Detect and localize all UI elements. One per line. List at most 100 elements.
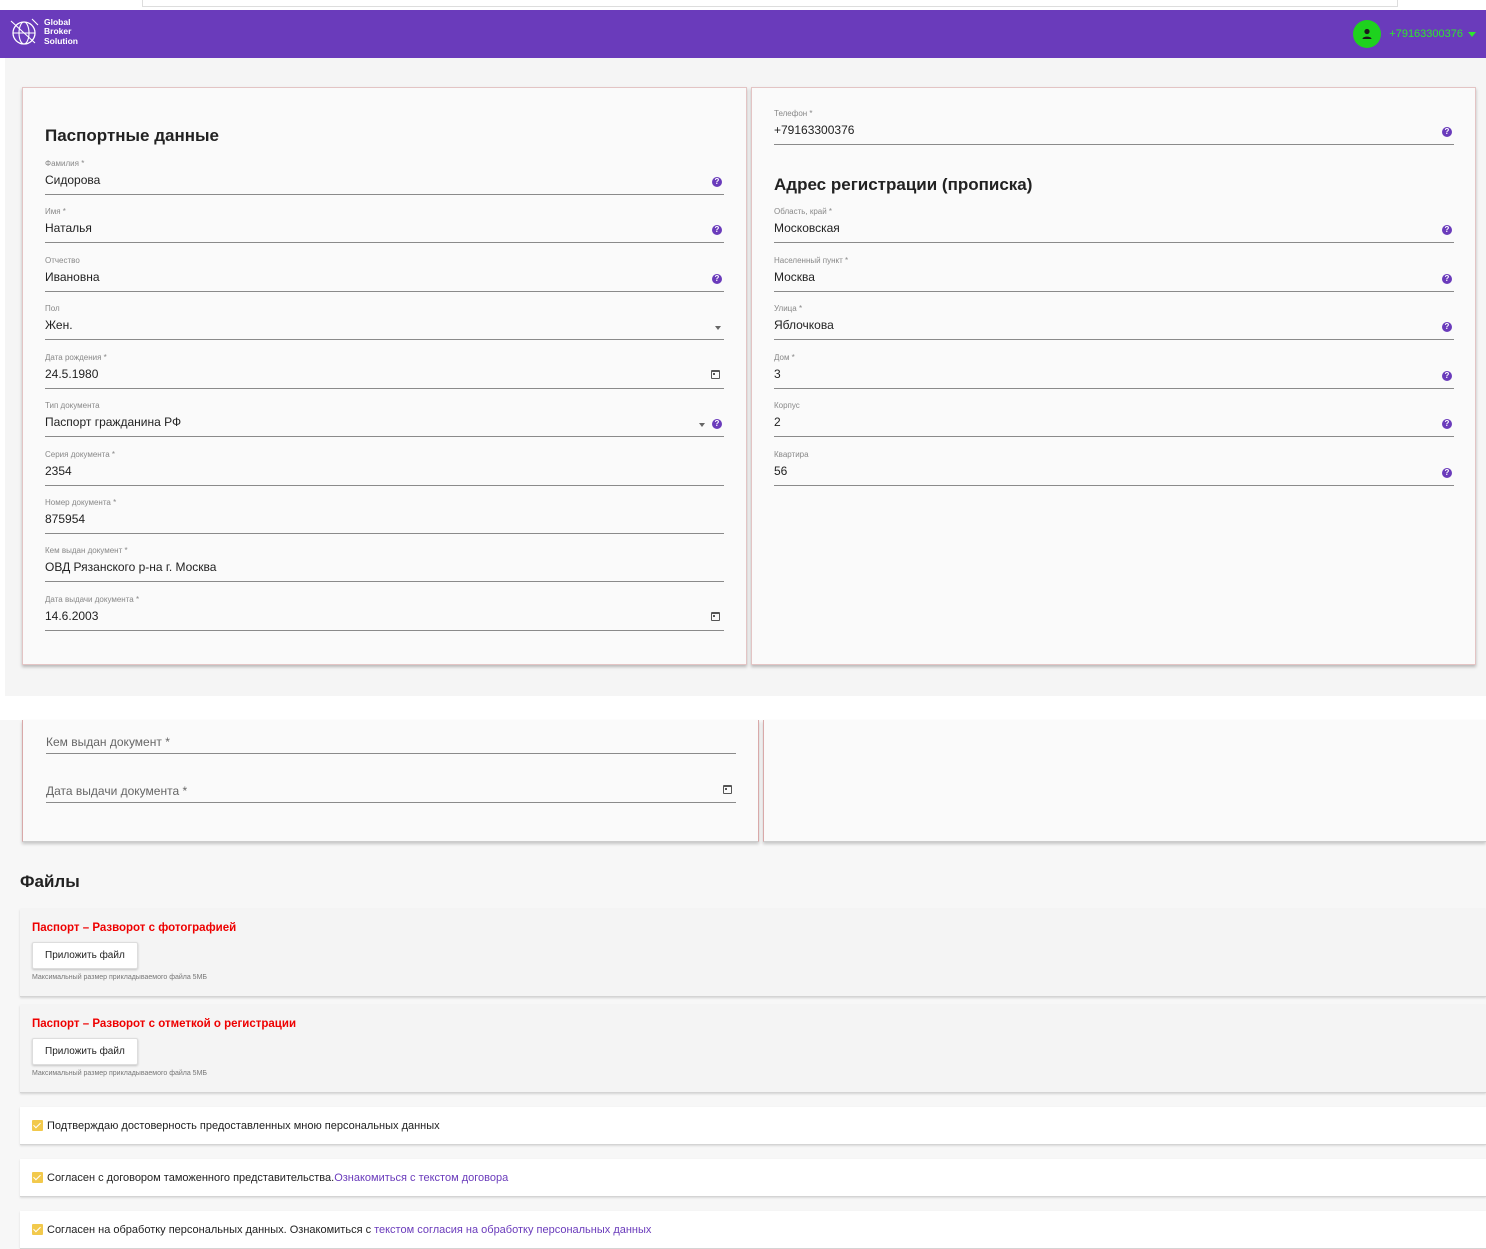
document-type-select[interactable]: Тип документа Паспорт гражданина РФ ? — [45, 401, 724, 437]
checkbox-checked[interactable] — [32, 1120, 43, 1131]
logo[interactable]: Global Broker Solution — [8, 16, 78, 48]
dropdown-arrow-icon[interactable] — [699, 423, 705, 427]
field-label: Отчество — [45, 256, 80, 265]
app-header: Global Broker Solution +79163300376 — [0, 10, 1486, 58]
chevron-down-icon[interactable] — [1468, 31, 1476, 37]
file-title: Паспорт – Разворот с отметкой о регистра… — [32, 1018, 297, 1030]
agreement-row-data-accuracy[interactable]: Подтверждаю достоверность предоставленны… — [20, 1107, 1486, 1145]
checkbox-checked[interactable] — [32, 1172, 43, 1183]
field-value[interactable]: 14.6.2003 — [45, 609, 98, 623]
issued-by-input[interactable]: Кем выдан документ * — [46, 720, 736, 754]
apartment-field[interactable]: Квартира 56 ? — [774, 450, 1454, 486]
field-value[interactable]: 2 — [774, 415, 781, 429]
field-value[interactable]: +79163300376 — [774, 123, 854, 137]
calendar-icon[interactable] — [711, 370, 720, 379]
help-icon[interactable]: ? — [712, 419, 722, 429]
passport-title: Паспортные данные — [45, 126, 219, 145]
birth-date-field[interactable]: Дата рождения * 24.5.1980 — [45, 353, 724, 389]
globe-logo-icon — [10, 18, 39, 45]
agreement-text: Согласен на обработку персональных данны… — [47, 1223, 372, 1236]
attach-file-button[interactable]: Приложить файл — [32, 1038, 138, 1065]
field-label: Дата рождения * — [45, 353, 107, 362]
agreement-row-personal-data[interactable]: Согласен на обработку персональных данны… — [20, 1211, 1486, 1249]
help-icon[interactable]: ? — [1442, 127, 1452, 137]
file-size-note: Максимальный размер прикладываемого файл… — [32, 1070, 208, 1077]
logo-line-3: Solution — [44, 35, 78, 46]
field-value[interactable]: Ивановна — [45, 270, 100, 284]
help-icon[interactable]: ? — [1442, 274, 1452, 284]
field-label: Пол — [45, 304, 60, 313]
help-icon[interactable]: ? — [1442, 419, 1452, 429]
file-title: Паспорт – Разворот с фотографией — [32, 922, 237, 934]
issue-date-input[interactable]: Дата выдачи документа * — [46, 769, 736, 803]
first-name-field[interactable]: Имя * Наталья ? — [45, 207, 724, 243]
field-value[interactable]: Жен. — [45, 318, 73, 332]
field-label: Квартира — [774, 450, 809, 459]
document-series-field[interactable]: Серия документа * 2354 — [45, 450, 724, 486]
passport-card: Паспортные данные Фамилия * Сидорова ? И… — [22, 87, 747, 665]
help-icon[interactable]: ? — [712, 225, 722, 235]
calendar-icon[interactable] — [711, 612, 720, 621]
field-value[interactable]: ОВД Рязанского р-на г. Москва — [45, 560, 216, 574]
document-number-field[interactable]: Номер документа * 875954 — [45, 498, 724, 534]
region-field[interactable]: Область, край * Московская ? — [774, 207, 1454, 243]
house-field[interactable]: Дом * 3 ? — [774, 353, 1454, 389]
file-size-note: Максимальный размер прикладываемого файл… — [32, 974, 208, 981]
agreement-row-contract[interactable]: Согласен с договором таможенного предста… — [20, 1159, 1486, 1197]
form-area: Паспортные данные Фамилия * Сидорова ? И… — [5, 58, 1486, 696]
field-value[interactable]: 3 — [774, 367, 781, 381]
field-value[interactable]: Сидорова — [45, 173, 100, 187]
street-field[interactable]: Улица * Яблочкова ? — [774, 304, 1454, 340]
agreement-text: Согласен с договором таможенного предста… — [47, 1171, 335, 1184]
agreement-text: Подтверждаю достоверность предоставленны… — [47, 1119, 440, 1132]
field-value[interactable]: 875954 — [45, 512, 85, 526]
user-phone[interactable]: +79163300376 — [1389, 28, 1463, 40]
help-icon[interactable]: ? — [712, 274, 722, 284]
issued-by-field[interactable]: Кем выдан документ * ОВД Рязанского р-на… — [45, 546, 724, 582]
second-view: Кем выдан документ * Дата выдачи докумен… — [0, 720, 1486, 1249]
help-icon[interactable]: ? — [1442, 371, 1452, 381]
field-label: Улица * — [774, 304, 803, 313]
field-value[interactable]: 2354 — [45, 464, 72, 478]
city-field[interactable]: Населенный пункт * Москва ? — [774, 256, 1454, 292]
address-card-empty — [763, 720, 1486, 842]
field-value[interactable]: 24.5.1980 — [45, 367, 98, 381]
field-placeholder: Дата выдачи документа * — [46, 784, 188, 798]
field-value[interactable]: Москва — [774, 270, 815, 284]
field-value[interactable]: 56 — [774, 464, 787, 478]
address-card: Телефон * +79163300376 ? Адрес регистрац… — [751, 87, 1476, 665]
dropdown-arrow-icon[interactable] — [715, 326, 721, 330]
last-name-field[interactable]: Фамилия * Сидорова ? — [45, 159, 724, 195]
personal-data-consent-link[interactable]: текстом согласия на обработку персональн… — [374, 1224, 651, 1236]
top-strip — [0, 0, 1486, 10]
field-value[interactable]: Яблочкова — [774, 318, 834, 332]
gender-select[interactable]: Пол Жен. — [45, 304, 724, 340]
field-label: Населенный пункт * — [774, 256, 849, 265]
file-upload-passport-registration: Паспорт – Разворот с отметкой о регистра… — [20, 1005, 1486, 1093]
field-value[interactable]: Наталья — [45, 221, 92, 235]
field-label: Корпус — [774, 401, 800, 410]
building-field[interactable]: Корпус 2 ? — [774, 401, 1454, 437]
patronymic-field[interactable]: Отчество Ивановна ? — [45, 256, 724, 292]
help-icon[interactable]: ? — [1442, 225, 1452, 235]
field-label: Номер документа * — [45, 498, 117, 507]
user-menu[interactable]: +79163300376 — [1353, 20, 1476, 48]
help-icon[interactable]: ? — [1442, 468, 1452, 478]
field-placeholder: Кем выдан документ * — [46, 735, 170, 749]
field-label: Имя * — [45, 207, 66, 216]
file-upload-passport-photo: Паспорт – Разворот с фотографией Приложи… — [20, 909, 1486, 997]
field-label: Кем выдан документ * — [45, 546, 128, 555]
field-value[interactable]: Московская — [774, 221, 840, 235]
help-icon[interactable]: ? — [712, 177, 722, 187]
calendar-icon[interactable] — [723, 785, 732, 794]
attach-file-button[interactable]: Приложить файл — [32, 942, 138, 969]
field-value[interactable]: Паспорт гражданина РФ — [45, 415, 181, 429]
issue-date-field[interactable]: Дата выдачи документа * 14.6.2003 — [45, 595, 724, 631]
avatar[interactable] — [1353, 20, 1382, 48]
phone-field[interactable]: Телефон * +79163300376 ? — [774, 109, 1454, 145]
logo-text: Global Broker Solution — [44, 17, 78, 47]
help-icon[interactable]: ? — [1442, 322, 1452, 332]
user-icon — [1362, 28, 1372, 39]
checkbox-checked[interactable] — [32, 1224, 43, 1235]
contract-link[interactable]: Ознакомиться с текстом договора — [334, 1172, 508, 1184]
